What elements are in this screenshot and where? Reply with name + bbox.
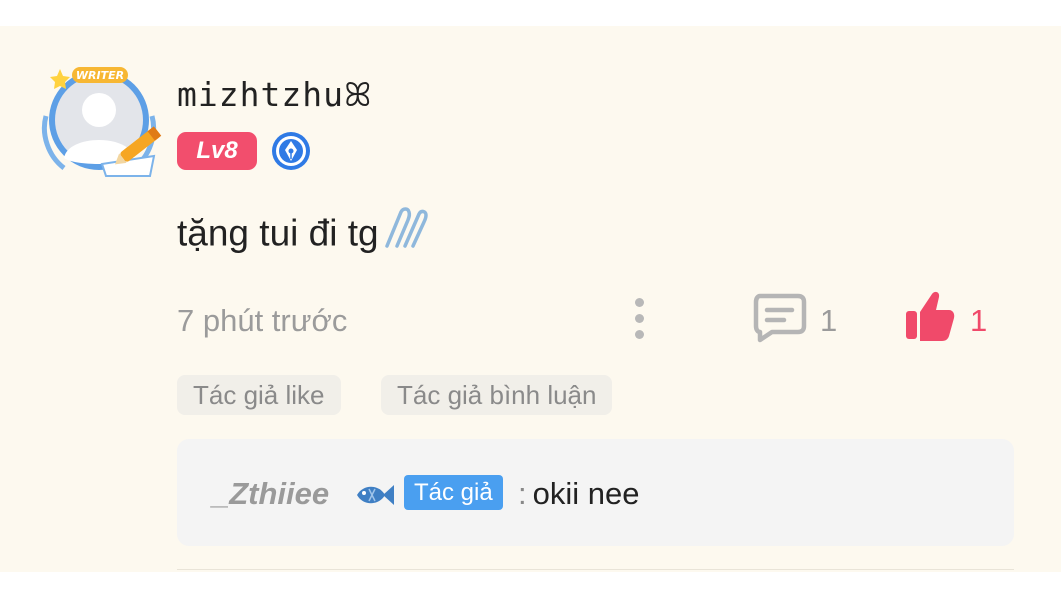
user-avatar[interactable]: WRITER bbox=[36, 64, 162, 178]
username-text: mizhtzhu bbox=[177, 75, 344, 114]
username[interactable]: mizhtzhuꕤ bbox=[177, 74, 372, 116]
top-strip bbox=[0, 0, 1061, 26]
comment-text: tặng tui đi tg bbox=[177, 206, 429, 265]
thumbs-up-icon bbox=[906, 291, 955, 341]
fish-icon bbox=[353, 480, 395, 510]
author-badge: Tác giả bbox=[404, 475, 503, 510]
comment-icon bbox=[753, 293, 807, 343]
paperclip-icon bbox=[379, 206, 429, 265]
bottom-strip bbox=[0, 572, 1061, 600]
divider bbox=[177, 569, 1014, 570]
username-symbol: ꕤ bbox=[343, 75, 373, 114]
reply-author-name[interactable]: _Zthiiee bbox=[212, 474, 329, 514]
like-count: 1 bbox=[970, 303, 988, 338]
comment-text-content: tặng tui đi tg bbox=[177, 212, 379, 254]
more-options-icon[interactable] bbox=[630, 294, 648, 344]
avatar-writer-label: WRITER bbox=[76, 69, 124, 82]
tag-author-replied: Tác giả bình luận bbox=[381, 375, 613, 415]
comment-count: 1 bbox=[820, 303, 838, 338]
level-badge: Lv8 bbox=[177, 132, 257, 170]
reply-text: okii nee bbox=[532, 476, 640, 511]
reply-content: : okii nee bbox=[518, 474, 639, 514]
writer-pen-badge-icon bbox=[271, 131, 311, 171]
reply-separator: : bbox=[518, 476, 527, 511]
tag-author-liked: Tác giả like bbox=[177, 375, 341, 415]
comment-time: 7 phút trước bbox=[177, 303, 348, 338]
